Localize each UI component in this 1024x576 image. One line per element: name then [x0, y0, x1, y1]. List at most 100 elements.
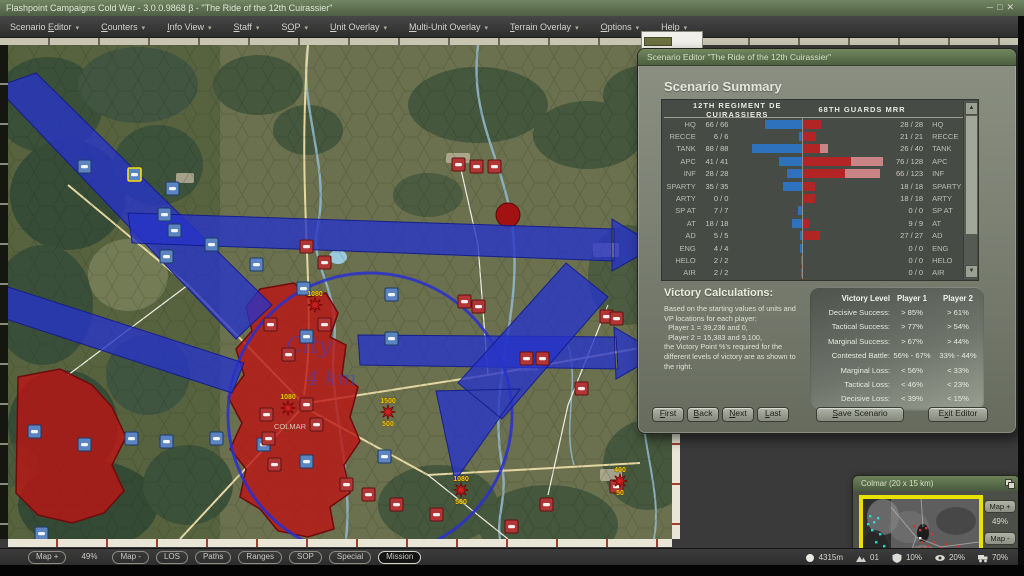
save-scenario-button[interactable]: Save Scenario — [816, 407, 904, 422]
nato-unit-counter[interactable] — [166, 182, 179, 195]
pact-unit-counter[interactable] — [540, 498, 553, 511]
pact-unit-counter[interactable] — [282, 348, 295, 361]
svg-text:500: 500 — [382, 421, 394, 428]
nato-unit-counter[interactable] — [300, 455, 313, 468]
window-controls[interactable]: ─□✕ — [987, 0, 1018, 16]
map-tooltip — [641, 31, 703, 49]
pact-unit-counter[interactable] — [458, 295, 471, 308]
close-icon[interactable]: ✕ — [1006, 2, 1018, 12]
minimap-zoom-level: 49% — [984, 517, 1016, 526]
scroll-up-icon[interactable]: ▲ — [965, 102, 978, 115]
menu-unit-overlay[interactable]: Unit Overlay▾ — [330, 22, 387, 32]
summary-row-ad: AD5 / 527 / 27AD — [664, 230, 963, 242]
pact-unit-counter[interactable] — [470, 160, 483, 173]
pact-unit-counter[interactable] — [340, 478, 353, 491]
pact-unit-counter[interactable] — [575, 382, 588, 395]
pact-unit-counter[interactable] — [520, 352, 533, 365]
indicator-truck: 70% — [978, 553, 1008, 563]
last-button[interactable]: Last — [757, 407, 789, 422]
eye-icon — [935, 553, 945, 563]
nato-unit-counter[interactable] — [35, 527, 48, 539]
pact-unit-counter[interactable] — [300, 398, 313, 411]
scrollbar-thumb[interactable] — [965, 115, 978, 235]
pact-unit-counter[interactable] — [472, 300, 485, 313]
nato-unit-counter[interactable] — [385, 288, 398, 301]
minimap-image[interactable] — [859, 495, 983, 548]
status-ranges-button[interactable]: Ranges — [238, 551, 282, 564]
summary-heading: Scenario Summary — [664, 79, 782, 94]
menu-help[interactable]: Help▾ — [661, 22, 687, 32]
scroll-down-icon[interactable]: ▼ — [965, 265, 978, 278]
player2-losses-bar — [820, 144, 829, 153]
pact-unit-counter[interactable] — [430, 508, 443, 521]
pact-unit-counter[interactable] — [362, 488, 375, 501]
pact-unit-counter[interactable] — [452, 158, 465, 171]
nato-unit-counter[interactable] — [160, 250, 173, 263]
status-paths-button[interactable]: Paths — [195, 551, 231, 564]
nato-unit-counter[interactable] — [160, 435, 173, 448]
menu-multi-unit-overlay[interactable]: Multi-Unit Overlay▾ — [409, 22, 488, 32]
nato-unit-counter[interactable] — [128, 168, 141, 181]
player2-losses-bar — [851, 157, 884, 166]
nato-unit-counter[interactable] — [210, 432, 223, 445]
nato-unit-counter[interactable] — [385, 332, 398, 345]
pact-unit-counter[interactable] — [264, 318, 277, 331]
menu-terrain-overlay[interactable]: Terrain Overlay▾ — [510, 22, 579, 32]
nato-unit-counter[interactable] — [125, 432, 138, 445]
minimap-zoom-out-button[interactable]: Map - — [984, 532, 1016, 545]
layers-icon[interactable] — [1005, 479, 1014, 488]
minimap-title-bar[interactable]: Colmar (20 x 15 km) — [853, 476, 1018, 491]
pact-unit-counter[interactable] — [390, 498, 403, 511]
summary-scrollbar[interactable]: ▲ ▼ — [963, 101, 977, 279]
pact-unit-counter[interactable] — [536, 352, 549, 365]
chevron-down-icon: ▾ — [208, 25, 212, 32]
red-objective-dot — [496, 203, 520, 227]
status-los-button[interactable]: LOS — [156, 551, 188, 564]
first-button[interactable]: First — [652, 407, 684, 422]
nato-unit-counter[interactable] — [28, 425, 41, 438]
chevron-down-icon: ▾ — [256, 25, 260, 32]
pact-unit-counter[interactable] — [610, 312, 623, 325]
status-special-button[interactable]: Special — [329, 551, 371, 564]
status-sop-button[interactable]: SOP — [289, 551, 322, 564]
nato-unit-counter[interactable] — [378, 450, 391, 463]
minimap-zoom-in-button[interactable]: Map + — [984, 500, 1016, 513]
nato-unit-counter[interactable] — [78, 160, 91, 173]
pact-unit-counter[interactable] — [488, 160, 501, 173]
pact-unit-counter[interactable] — [268, 458, 281, 471]
minimap-pact-dot — [933, 541, 935, 543]
pact-unit-counter[interactable] — [505, 520, 518, 533]
menu-counters[interactable]: Counters▾ — [101, 22, 145, 32]
nato-unit-counter[interactable] — [300, 330, 313, 343]
back-button[interactable]: Back — [687, 407, 719, 422]
status-mission-button[interactable]: Mission — [378, 551, 421, 564]
status-map--button[interactable]: Map - — [112, 551, 148, 564]
menu-scenario-editor[interactable]: Scenario Editor▾ — [10, 22, 79, 32]
exit-editor-button[interactable]: Exit Editor — [928, 407, 988, 422]
battle-map[interactable]: City 4 km COLMAR 10801500500108010805004… — [8, 45, 672, 539]
menu-options[interactable]: Options▾ — [601, 22, 640, 32]
minimize-icon[interactable]: ─ — [987, 2, 997, 12]
nato-unit-counter[interactable] — [205, 238, 218, 251]
pact-unit-counter[interactable] — [318, 318, 331, 331]
nato-unit-counter[interactable] — [250, 258, 263, 271]
pact-unit-counter[interactable] — [310, 418, 323, 431]
pact-unit-counter[interactable] — [262, 432, 275, 445]
status-map--button[interactable]: Map + — [28, 551, 66, 564]
truck-icon — [978, 553, 988, 563]
menu-staff[interactable]: Staff▾ — [234, 22, 260, 32]
pact-unit-counter[interactable] — [260, 408, 273, 421]
menu-sop[interactable]: SOP▾ — [281, 22, 308, 32]
nato-unit-counter[interactable] — [168, 224, 181, 237]
minimap-nato-dot — [871, 529, 873, 531]
next-button[interactable]: Next — [722, 407, 754, 422]
nato-unit-counter[interactable] — [158, 208, 171, 221]
minimap-nato-dot — [867, 523, 869, 525]
summary-header-row: 12TH REGIMENT DE CUIRASSIERS 68TH GUARDS… — [664, 102, 963, 118]
chevron-down-icon: ▾ — [575, 25, 579, 32]
pact-unit-counter[interactable] — [318, 256, 331, 269]
menu-info-view[interactable]: Info View▾ — [167, 22, 211, 32]
dialog-title-bar[interactable]: Scenario Editor "The Ride of the 12th Cu… — [638, 49, 1016, 66]
nato-unit-counter[interactable] — [78, 438, 91, 451]
pact-unit-counter[interactable] — [300, 240, 313, 253]
